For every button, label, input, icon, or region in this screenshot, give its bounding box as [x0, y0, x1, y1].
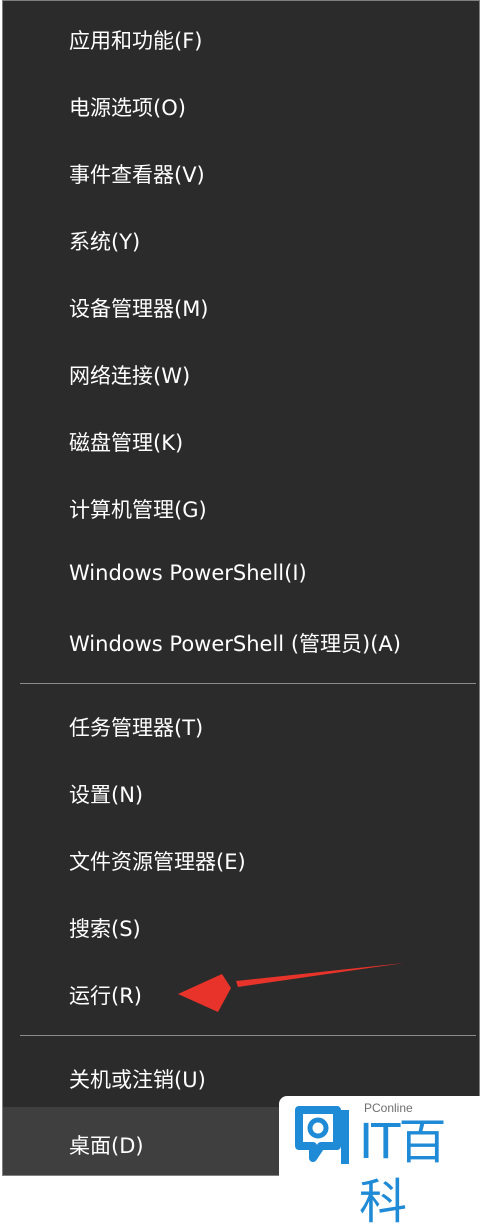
- magnifier-logo-icon: [295, 1106, 349, 1164]
- watermark-big-text: IT百科: [359, 1114, 446, 1230]
- arrow-shaft: [236, 963, 404, 987]
- red-arrow-annotation: [178, 963, 404, 1012]
- watermark-logo: PConline IT百科: [279, 1096, 482, 1230]
- arrow-head: [178, 974, 231, 1012]
